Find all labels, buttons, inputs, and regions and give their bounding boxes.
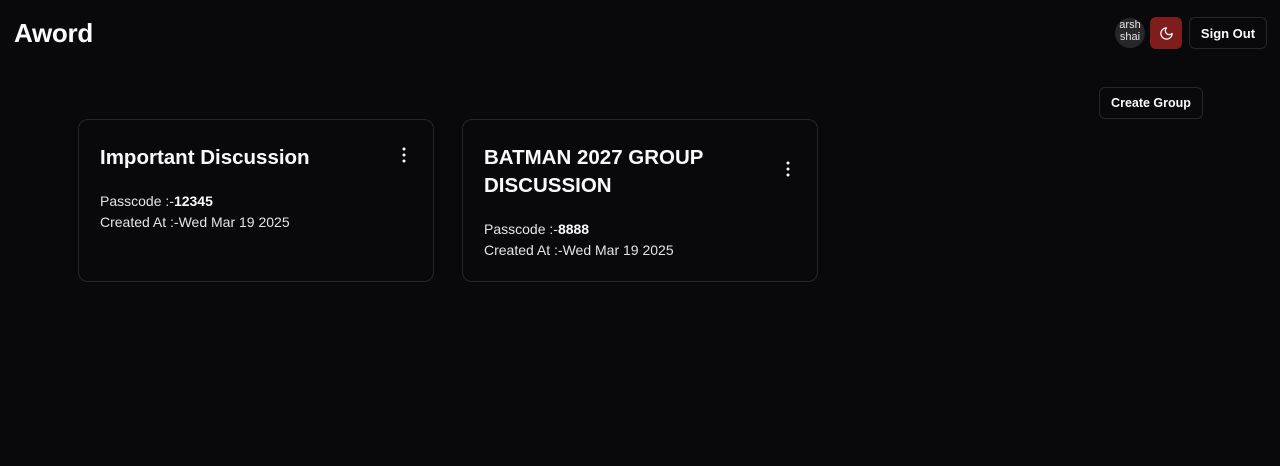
more-vertical-icon — [402, 147, 406, 163]
sign-out-button[interactable]: Sign Out — [1189, 17, 1267, 49]
avatar-text-line2: shai — [1119, 31, 1141, 43]
group-info: Passcode :-8888 Created At :-Wed Mar 19 … — [484, 219, 674, 261]
avatar-text-line1: arsh — [1119, 19, 1141, 31]
passcode-row: Passcode :-8888 — [484, 219, 674, 240]
created-value: Wed Mar 19 2025 — [178, 214, 290, 230]
passcode-value: 8888 — [557, 221, 590, 237]
more-vertical-icon — [786, 161, 790, 177]
passcode-value: 12345 — [173, 193, 213, 209]
app-header: Aword arsh shai Sign Out — [0, 0, 1280, 68]
app-logo[interactable]: Aword — [14, 18, 93, 49]
created-label: Created At :- — [484, 242, 563, 258]
theme-toggle-button[interactable] — [1150, 17, 1182, 49]
created-label: Created At :- — [100, 214, 179, 230]
passcode-row: Passcode :-12345 — [100, 191, 290, 212]
card-menu-button[interactable] — [394, 143, 414, 167]
created-row: Created At :-Wed Mar 19 2025 — [484, 240, 674, 261]
group-card[interactable]: Important Discussion Passcode :-12345 Cr… — [78, 119, 434, 282]
created-value: Wed Mar 19 2025 — [562, 242, 674, 258]
passcode-label: Passcode :- — [100, 193, 174, 209]
group-title: Important Discussion — [100, 146, 310, 169]
create-group-button[interactable]: Create Group — [1099, 87, 1203, 119]
card-menu-button[interactable] — [778, 157, 798, 181]
avatar[interactable]: arsh shai — [1115, 18, 1145, 48]
moon-icon — [1159, 26, 1173, 40]
passcode-label: Passcode :- — [484, 221, 558, 237]
group-card[interactable]: BATMAN 2027 GROUP DISCUSSION Passcode :-… — [462, 119, 818, 282]
group-title: BATMAN 2027 GROUP DISCUSSION — [484, 146, 704, 197]
group-info: Passcode :-12345 Created At :-Wed Mar 19… — [100, 191, 290, 233]
created-row: Created At :-Wed Mar 19 2025 — [100, 212, 290, 233]
